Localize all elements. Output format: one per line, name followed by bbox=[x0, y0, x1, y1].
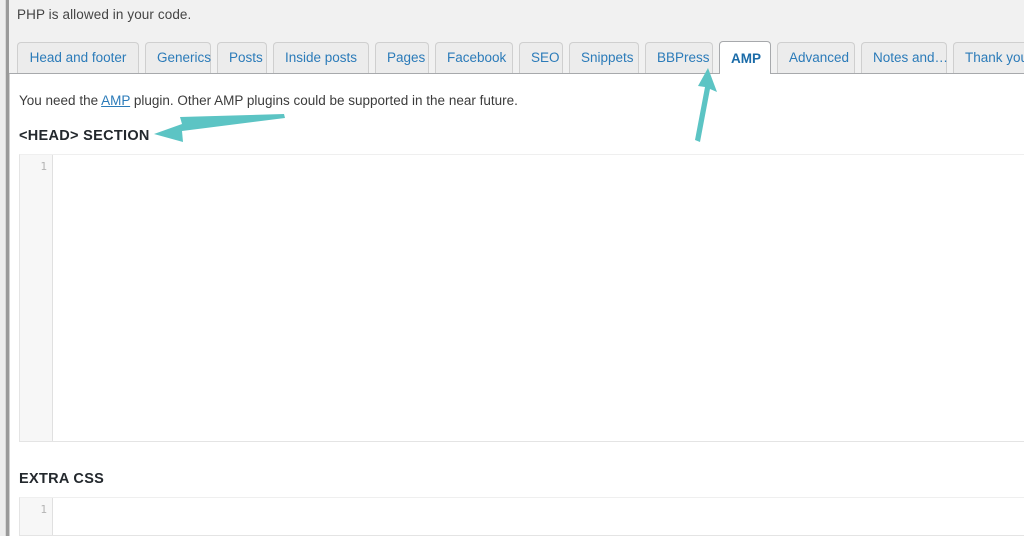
head-editor-gutter: 1 bbox=[20, 155, 53, 441]
tab-label: Generics bbox=[157, 50, 212, 65]
tab-label: AMP bbox=[731, 51, 761, 66]
tab-label: Notes and… bbox=[873, 50, 949, 65]
tab-seo[interactable]: SEO bbox=[519, 42, 563, 73]
extra-css-editor-gutter: 1 bbox=[20, 498, 53, 535]
amp-note-prefix: You need the bbox=[19, 93, 102, 108]
tab-label: Posts bbox=[229, 50, 263, 65]
tab-label: Advanced bbox=[789, 50, 850, 65]
extra-css-editor-line-number: 1 bbox=[40, 503, 47, 516]
tab-snippets[interactable]: Snippets bbox=[569, 42, 639, 73]
tab-posts[interactable]: Posts bbox=[217, 42, 267, 73]
tab-advanced[interactable]: Advanced bbox=[777, 42, 855, 73]
tab-generics[interactable]: Generics bbox=[145, 42, 211, 73]
head-section-heading: <HEAD> SECTION bbox=[19, 128, 150, 144]
extra-css-heading: EXTRA CSS bbox=[19, 471, 105, 487]
tab-head-and-footer[interactable]: Head and footer bbox=[17, 42, 139, 73]
tab-inside-posts[interactable]: Inside posts bbox=[273, 42, 369, 73]
extra-css-code-editor[interactable]: 1 bbox=[19, 497, 1024, 536]
head-editor-line-number: 1 bbox=[40, 160, 47, 173]
amp-plugin-note: You need the AMP plugin. Other AMP plugi… bbox=[19, 93, 518, 108]
amp-tab-panel: You need the AMP plugin. Other AMP plugi… bbox=[9, 74, 1024, 536]
settings-tab-strip: Head and footer Generics Posts Inside posts… bbox=[9, 41, 1024, 74]
tab-label: Pages bbox=[387, 50, 426, 65]
screenshot-root: PHP is allowed in your code. Head and fo… bbox=[0, 0, 1024, 536]
tab-amp[interactable]: AMP bbox=[719, 41, 771, 74]
tab-notes-and[interactable]: Notes and… bbox=[861, 42, 949, 73]
tab-facebook[interactable]: Facebook bbox=[435, 42, 513, 73]
amp-note-suffix: plugin. Other AMP plugins could be suppo… bbox=[130, 93, 518, 108]
tab-bbpress[interactable]: BBPress bbox=[645, 42, 713, 73]
head-section-code-editor[interactable]: 1 bbox=[19, 154, 1024, 442]
tab-label: Snippets bbox=[581, 50, 634, 65]
tab-thank-you[interactable]: Thank you bbox=[953, 42, 1024, 73]
tab-label: SEO bbox=[531, 50, 560, 65]
amp-plugin-link[interactable]: AMP bbox=[101, 93, 130, 108]
tab-label: Head and footer bbox=[29, 50, 127, 65]
php-allowed-note: PHP is allowed in your code. bbox=[17, 7, 192, 22]
tab-label: Inside posts bbox=[285, 50, 358, 65]
head-editor-textarea[interactable] bbox=[54, 155, 1024, 441]
tab-label: Thank you bbox=[965, 50, 1024, 65]
extra-css-editor-textarea[interactable] bbox=[54, 498, 1024, 535]
tab-label: Facebook bbox=[447, 50, 507, 65]
settings-page: PHP is allowed in your code. Head and fo… bbox=[9, 0, 1024, 536]
tab-label: BBPress bbox=[657, 50, 710, 65]
tab-pages[interactable]: Pages bbox=[375, 42, 429, 73]
